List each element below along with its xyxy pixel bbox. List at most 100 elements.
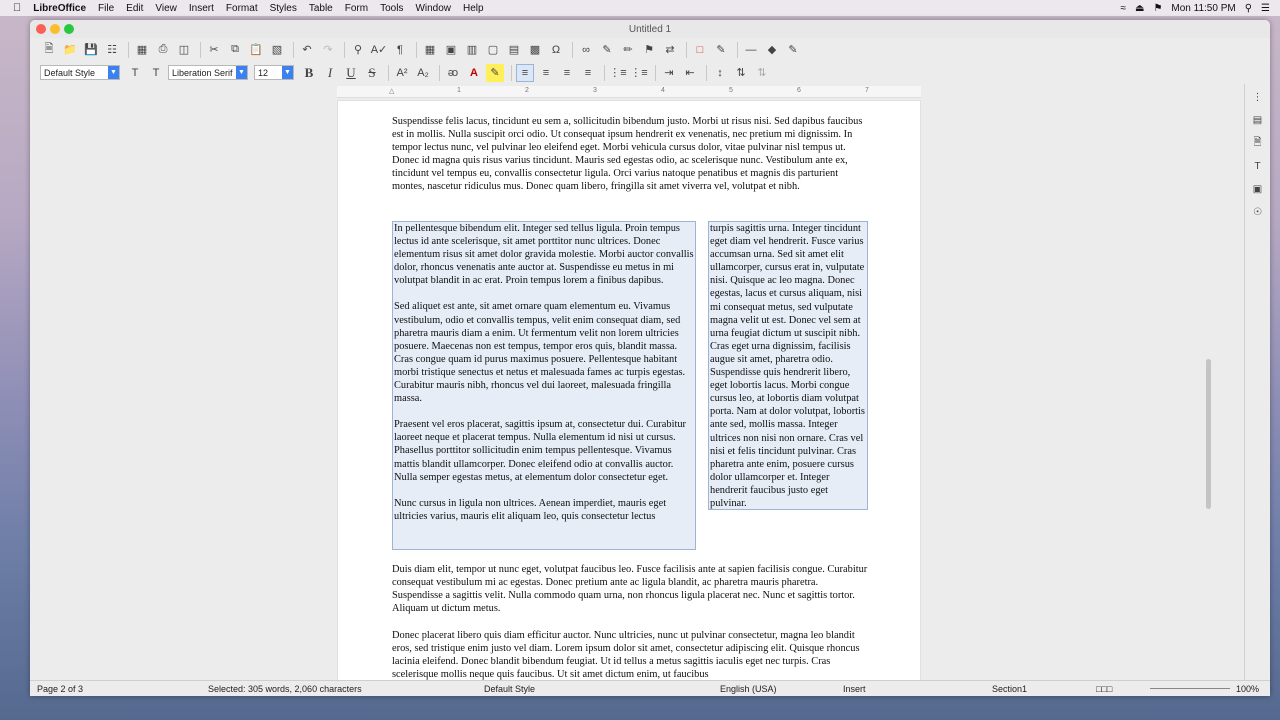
properties-icon[interactable]: ▤ [1251, 113, 1265, 127]
formatting-marks-icon[interactable]: ¶ [391, 41, 409, 59]
clear-formatting-icon[interactable]: ᴔ [444, 64, 462, 82]
app-menu[interactable]: LibreOffice [33, 3, 86, 14]
paragraph-spacing-icon[interactable]: ⇅ [732, 64, 750, 82]
decrease-spacing-icon[interactable]: ⇅ [753, 64, 771, 82]
align-right-icon[interactable]: ≡ [558, 64, 576, 82]
menu-insert[interactable]: Insert [189, 3, 214, 14]
bold-icon[interactable]: B [300, 64, 318, 82]
insert-image-icon[interactable]: ▣ [442, 41, 460, 59]
column-paragraph[interactable]: Praesent vel eros placerat, sagittis ips… [394, 418, 694, 483]
align-center-icon[interactable]: ≡ [537, 64, 555, 82]
cross-reference-icon[interactable]: ⇄ [661, 41, 679, 59]
paragraph-1[interactable]: Suspendisse felis lacus, tincidunt eu se… [392, 115, 870, 194]
undo-icon[interactable]: ↶ [298, 41, 316, 59]
minimize-window-button[interactable] [50, 24, 60, 34]
chevron-down-icon[interactable]: ▼ [282, 66, 293, 79]
sidebar-menu-icon[interactable]: ⋮ [1251, 90, 1265, 104]
insert-page-break-icon[interactable]: ▤ [505, 41, 523, 59]
subscript-icon[interactable]: A₂ [414, 64, 432, 82]
copy-icon[interactable]: ⧉ [226, 41, 244, 59]
paragraph-style-combo[interactable]: Default Style ▼ [40, 65, 120, 80]
close-window-button[interactable] [36, 24, 46, 34]
horizontal-ruler[interactable]: △ 1 2 3 4 5 6 7 [337, 86, 921, 98]
vertical-scrollbar[interactable] [1206, 359, 1211, 509]
comment-icon[interactable]: □ [691, 41, 709, 59]
new-document-icon[interactable]: 🗎 [40, 41, 58, 59]
font-color-icon[interactable]: A [465, 64, 483, 82]
insert-textbox-icon[interactable]: ▢ [484, 41, 502, 59]
new-style-icon[interactable]: Т [147, 64, 165, 82]
insert-line-icon[interactable]: — [742, 41, 760, 59]
save-icon[interactable]: 💾 [82, 41, 100, 59]
open-icon[interactable]: 📁 [61, 41, 79, 59]
menu-help[interactable]: Help [463, 3, 484, 14]
menu-window[interactable]: Window [415, 3, 451, 14]
ruler-indent-marker[interactable]: △ [389, 87, 394, 95]
column-paragraph[interactable]: Sed aliquet est ante, sit amet ornare qu… [394, 300, 694, 405]
apple-icon[interactable]:  [13, 2, 21, 14]
print-preview-icon[interactable]: ◫ [175, 41, 193, 59]
special-character-icon[interactable]: Ω [547, 41, 565, 59]
insert-chart-icon[interactable]: ▥ [463, 41, 481, 59]
search-icon[interactable]: ⚲ [1245, 3, 1252, 14]
menu-styles[interactable]: Styles [270, 3, 297, 14]
styles-icon[interactable]: Т [1251, 159, 1265, 173]
footnote-icon[interactable]: ✎ [598, 41, 616, 59]
superscript-icon[interactable]: A² [393, 64, 411, 82]
spelling-icon[interactable]: A✓ [370, 41, 388, 59]
highlight-icon[interactable]: ✎ [486, 63, 504, 82]
page-style[interactable]: Default Style [484, 684, 535, 694]
zoom-level[interactable]: 100% [1236, 684, 1259, 694]
paste-icon[interactable]: 📋 [247, 41, 265, 59]
line-spacing-icon[interactable]: ↕ [711, 64, 729, 82]
page-count[interactable]: Page 2 of 3 [37, 684, 83, 694]
menu-table[interactable]: Table [309, 3, 333, 14]
menu-tools[interactable]: Tools [380, 3, 403, 14]
hyperlink-icon[interactable]: ∞ [577, 41, 595, 59]
italic-icon[interactable]: I [321, 64, 339, 82]
column-paragraph[interactable]: Nunc cursus in ligula non ultrices. Aene… [394, 497, 694, 523]
eject-icon[interactable]: ⏏ [1135, 3, 1144, 14]
font-size-combo[interactable]: 12 ▼ [254, 65, 294, 80]
print-icon[interactable]: ⎙ [154, 41, 172, 59]
zoom-window-button[interactable] [64, 24, 74, 34]
bookmark-icon[interactable]: ⚑ [640, 41, 658, 59]
draw-function-icon[interactable]: ✎ [784, 41, 802, 59]
strikethrough-icon[interactable]: S [363, 64, 381, 82]
wifi-icon[interactable]: ≈ [1120, 3, 1126, 14]
bullet-list-icon[interactable]: ⋮≡ [609, 64, 627, 82]
menu-file[interactable]: File [98, 3, 114, 14]
font-name-combo[interactable]: Liberation Serif ▼ [168, 65, 248, 80]
column-paragraph[interactable]: turpis sagittis urna. Integer tincidunt … [710, 222, 866, 510]
paragraph-2[interactable]: Duis diam elit, tempor ut nunc eget, vol… [392, 563, 870, 615]
page-icon[interactable]: 🗎 [1251, 136, 1265, 150]
export-pdf-icon[interactable]: ▦ [133, 41, 151, 59]
menu-form[interactable]: Form [345, 3, 368, 14]
update-style-icon[interactable]: Т [126, 64, 144, 82]
clone-formatting-icon[interactable]: ▧ [268, 41, 286, 59]
section-column-right[interactable]: turpis sagittis urna. Integer tincidunt … [708, 221, 868, 510]
word-count[interactable]: Selected: 305 words, 2,060 characters [208, 684, 362, 694]
align-left-icon[interactable]: ≡ [516, 63, 534, 82]
column-paragraph[interactable]: In pellentesque bibendum elit. Integer s… [394, 222, 694, 287]
insert-table-icon[interactable]: ▦ [421, 41, 439, 59]
flag-icon[interactable]: ⚑ [1153, 3, 1162, 14]
insert-field-icon[interactable]: ▩ [526, 41, 544, 59]
chevron-down-icon[interactable]: ▼ [236, 66, 247, 79]
find-replace-icon[interactable]: ⚲ [349, 41, 367, 59]
menu-format[interactable]: Format [226, 3, 258, 14]
track-changes-icon[interactable]: ✎ [712, 41, 730, 59]
chevron-down-icon[interactable]: ▼ [108, 66, 119, 79]
gallery-icon[interactable]: ▣ [1251, 182, 1265, 196]
decrease-indent-icon[interactable]: ⇤ [681, 64, 699, 82]
menu-view[interactable]: View [155, 3, 177, 14]
underline-icon[interactable]: U [342, 64, 360, 82]
view-layout-icon[interactable]: □□□ [1096, 684, 1112, 694]
zoom-slider[interactable] [1150, 688, 1230, 689]
list-icon[interactable]: ☰ [1261, 3, 1270, 14]
document-page[interactable]: Suspendisse felis lacus, tincidunt eu se… [337, 100, 921, 680]
cut-icon[interactable]: ✂ [205, 41, 223, 59]
paragraph-3[interactable]: Donec placerat libero quis diam efficitu… [392, 629, 870, 680]
section-column-left[interactable]: In pellentesque bibendum elit. Integer s… [392, 221, 696, 550]
basic-shapes-icon[interactable]: ◆ [763, 41, 781, 59]
